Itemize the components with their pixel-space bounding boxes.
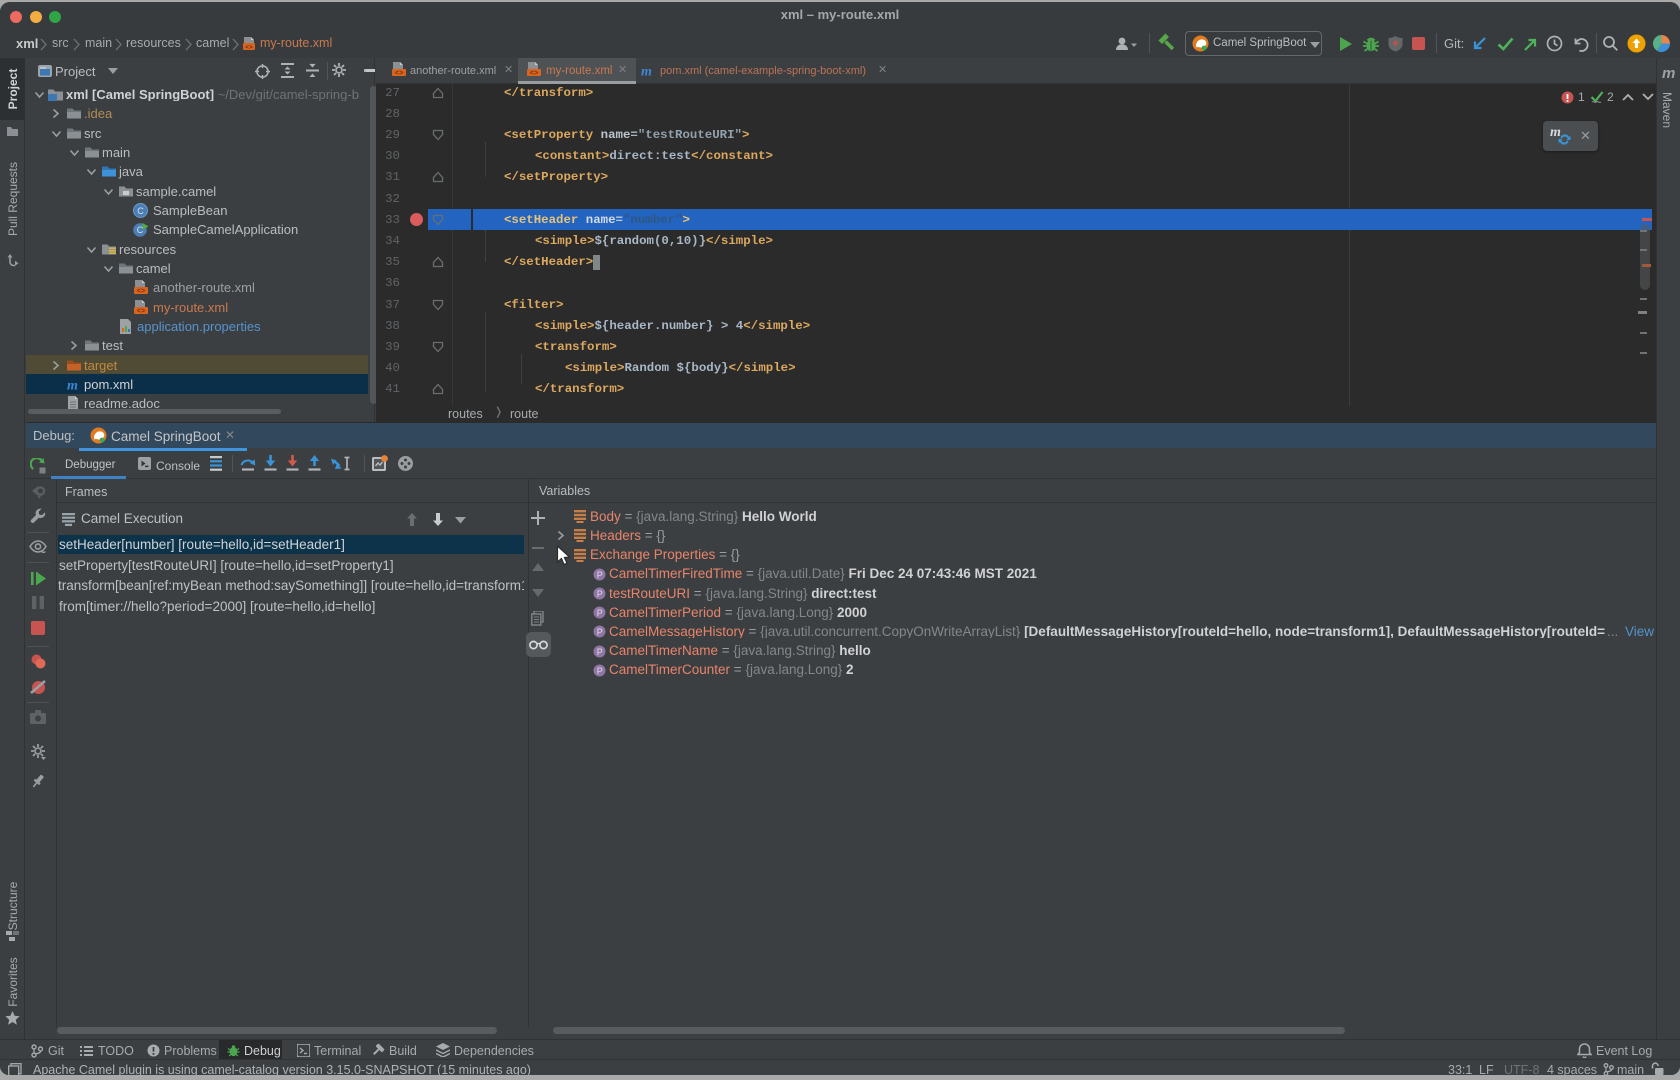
svg-text:C: C (137, 206, 144, 216)
svg-text:m: m (641, 65, 652, 79)
svg-text:P: P (597, 589, 603, 599)
svg-text:P: P (597, 627, 603, 637)
svg-text:P: P (597, 647, 603, 657)
svg-text:<>: <> (245, 44, 253, 51)
svg-text:P: P (597, 666, 603, 676)
svg-text:<>: <> (395, 70, 403, 77)
svg-text:<>: <> (137, 308, 145, 315)
svg-text:P: P (597, 608, 603, 618)
svg-text:P: P (597, 570, 603, 580)
svg-text:<>: <> (530, 70, 538, 77)
svg-text:m: m (67, 379, 78, 393)
svg-text:<>: <> (137, 288, 145, 295)
